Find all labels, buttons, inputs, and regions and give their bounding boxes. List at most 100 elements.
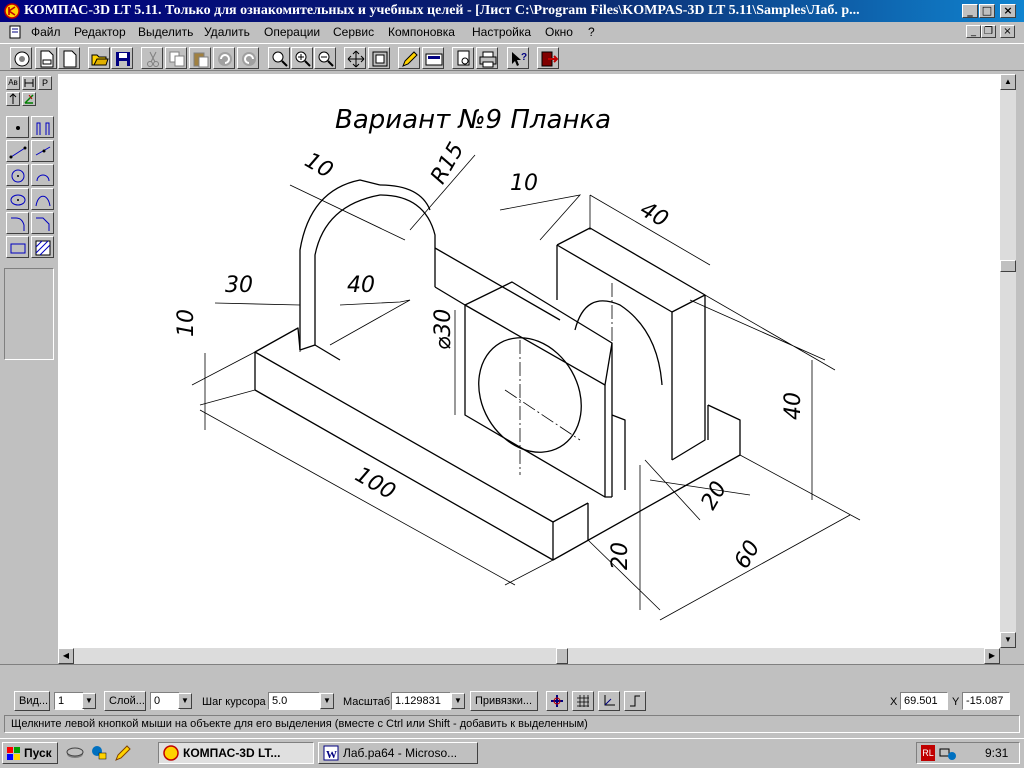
menu-delete[interactable]: Удалить [204,25,250,39]
front-block-top-edge [464,304,613,386]
close-button[interactable]: × [1000,4,1016,18]
open-button[interactable] [88,47,110,69]
menu-select[interactable]: Выделить [138,25,193,39]
tab-parametric[interactable] [22,92,36,106]
document-icon[interactable] [8,25,22,39]
zoom-all-button[interactable] [368,47,390,69]
tab-dimensions[interactable] [22,76,36,90]
pencil-button[interactable] [398,47,420,69]
copy-button[interactable] [165,47,187,69]
quicklaunch-disk-icon[interactable] [66,744,84,762]
print-preview-button[interactable] [452,47,474,69]
exit-button[interactable] [537,47,559,69]
print-button[interactable] [476,47,498,69]
menu-file[interactable]: Файл [31,25,61,39]
menu-operations[interactable]: Операции [264,25,320,39]
chevron-down-icon[interactable]: ▼ [320,693,334,709]
title-bar[interactable]: КОМПАС-3D LT 5.11. Только для ознакомите… [0,0,1024,22]
menu-window[interactable]: Окно [545,25,573,39]
base-front-face [254,351,554,561]
circle-tool[interactable] [6,164,29,186]
mdi-close-button[interactable]: × [1000,25,1015,38]
tab-roughness[interactable]: Р [38,76,52,90]
chamfer-tool[interactable] [31,212,54,234]
menu-service[interactable]: Сервис [333,25,374,39]
parallel-segment-tool[interactable] [31,140,54,162]
cut-button[interactable] [141,47,163,69]
auxiliary-line-tool[interactable] [31,116,54,138]
vertical-scrollbar[interactable]: ▲ ▼ [1000,74,1016,648]
layer-button[interactable]: Слой... [104,691,146,711]
chevron-down-icon[interactable]: ▼ [178,693,192,709]
tab-text[interactable]: Ав [6,76,20,90]
fillet-tool[interactable] [6,212,29,234]
task-word[interactable]: W Лаб.ра64 - Microso... [318,742,478,764]
new-sheet-button[interactable] [58,47,80,69]
menu-editor[interactable]: Редактор [74,25,126,39]
chevron-down-icon[interactable]: ▼ [451,693,465,709]
local-cs-button[interactable] [598,691,620,711]
layer-select[interactable]: 0 [150,692,180,710]
view-button[interactable]: Вид... [14,691,50,711]
scale-select[interactable]: 1.129831 [391,692,451,710]
grid-toggle-button[interactable] [572,691,594,711]
horizontal-scroll-thumb[interactable] [556,648,568,664]
zoom-frame-button[interactable] [268,47,290,69]
mdi-minimize-button[interactable]: _ [966,25,981,38]
circle-icon [11,169,25,183]
help-pointer-button[interactable]: ? [507,47,529,69]
tab-edit[interactable] [6,92,20,106]
zoom-out-button[interactable] [314,47,336,69]
start-button[interactable]: Пуск [2,742,58,764]
network-tray-icon[interactable] [939,746,957,762]
segment-tool[interactable] [6,140,29,162]
back-block-inner [611,414,626,490]
language-indicator[interactable]: RL [921,745,935,761]
scroll-left-button[interactable]: ◀ [58,648,74,664]
clock[interactable]: 9:31 [985,743,1008,763]
scroll-down-button[interactable]: ▼ [1000,632,1016,648]
undo-button[interactable] [213,47,235,69]
zoom-in-icon [295,51,311,67]
parametric-icon [24,94,34,104]
hatch-tool[interactable] [31,236,54,258]
ortho-button[interactable] [624,691,646,711]
menu-settings[interactable]: Настройка [472,25,531,39]
view-select[interactable]: 1 [54,692,84,710]
step-select[interactable]: 5.0 [268,692,320,710]
preview-button[interactable] [10,47,32,69]
y-coordinate-field[interactable]: -15.087 [962,692,1010,710]
task-kompas[interactable]: КОМПАС-3D LT... [158,742,314,764]
maximize-button[interactable]: □ [979,4,995,18]
rectangle-tool[interactable] [6,236,29,258]
mdi-restore-button[interactable]: ❐ [981,25,996,38]
zoom-in-button[interactable] [291,47,313,69]
status-bar: Щелкните левой кнопкой мыши на объекте д… [4,715,1020,733]
paste-button[interactable] [189,47,211,69]
quicklaunch-pencil-icon[interactable] [114,744,132,762]
calculator-button[interactable] [422,47,444,69]
snap-toggle-button[interactable] [546,691,568,711]
scroll-up-button[interactable]: ▲ [1000,74,1016,90]
chevron-down-icon[interactable]: ▼ [82,693,96,709]
arc-tool[interactable] [31,164,54,186]
quicklaunch-network-icon[interactable] [90,744,108,762]
new-document-button[interactable] [35,47,57,69]
menu-layout[interactable]: Компоновка [388,25,455,39]
horizontal-scrollbar[interactable]: ◀ ▶ [58,648,1000,664]
point-tool[interactable] [6,116,29,138]
menu-help[interactable]: ? [588,25,595,39]
x-coordinate-field[interactable]: 69.501 [900,692,948,710]
vertical-scroll-thumb[interactable] [1000,260,1016,272]
pan-button[interactable] [344,47,366,69]
snaps-button[interactable]: Привязки... [470,691,538,711]
minimize-button[interactable]: _ [962,4,978,18]
ellipse-tool[interactable] [6,188,29,210]
taskbar: Пуск КОМПАС-3D LT... W Лаб.ра64 - Micros… [0,738,1024,768]
redo-button[interactable] [237,47,259,69]
arc-icon [36,174,50,182]
save-button[interactable] [111,47,133,69]
drawing-canvas[interactable]: Вариант №9 Планка 10 R15 10 40 30 40 10 … [58,74,1000,648]
scroll-right-button[interactable]: ▶ [984,648,1000,664]
bezier-tool[interactable] [31,188,54,210]
